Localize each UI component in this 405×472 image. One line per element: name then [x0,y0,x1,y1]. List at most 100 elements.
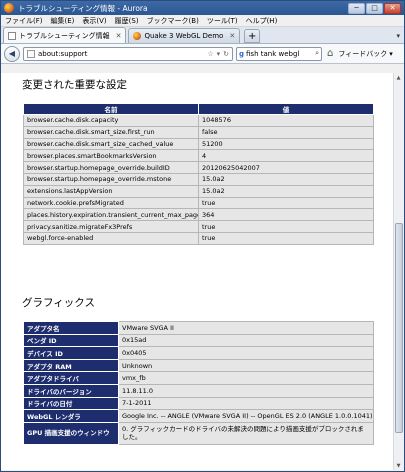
graphics-value: 0x15ad [118,333,374,348]
table-row: デバイス ID 0x0405 [23,346,374,360]
scroll-up-icon[interactable]: ▲ [394,73,403,82]
menu-history[interactable]: 履歴(S) [115,16,139,26]
search-icon[interactable]: ⌕ [315,49,319,58]
window-controls: ─ □ ✕ [348,2,404,14]
column-header-value[interactable]: 値 [198,103,374,115]
search-text: fish tank webgl [246,49,300,58]
menu-bookmarks[interactable]: ブックマーク(B) [147,16,199,26]
table-row: browser.cache.disk.capacity 1048576 [23,114,374,127]
scroll-down-icon[interactable]: ▼ [394,461,403,470]
graphics-key: デバイス ID [23,346,119,360]
pref-value: true [198,231,374,245]
graphics-value: VMware SVGA II [118,321,374,335]
tab-list-chevron-icon[interactable]: ▾ [396,32,400,40]
close-tab-icon[interactable]: ✕ [116,32,122,40]
pref-name: browser.cache.disk.smart_size_cached_val… [23,137,199,151]
menu-view[interactable]: 表示(V) [82,16,106,26]
aurora-favicon-icon [133,32,142,40]
reload-icon[interactable]: ↻ [223,50,229,58]
menu-edit[interactable]: 編集(E) [51,16,75,26]
pref-value: 4 [198,149,374,163]
table-row: アダプタドライバ vmx_fb [23,371,374,385]
pref-value: 20120625042007 [198,161,374,174]
close-window-button[interactable]: ✕ [384,2,401,14]
tab-bar: トラブルシューティング情報 ✕ Quake 3 WebGL Demo ✕ + ▾ [1,27,404,44]
table-row: ドライバの日付 7-1-2011 [23,396,374,411]
menu-help[interactable]: ヘルプ(H) [246,16,278,26]
tab-label: Quake 3 WebGL Demo [144,32,224,40]
table-row: network.cookie.prefsMigrated true [23,196,374,210]
pref-value: false [198,125,374,139]
menu-tools[interactable]: ツール(T) [207,16,238,26]
pref-value: true [198,196,374,210]
pref-name: browser.cache.disk.smart_size.first_run [23,125,199,139]
table-row: extensions.lastAppVersion 15.0a2 [23,184,374,198]
page-icon [27,49,35,58]
aurora-logo-icon [4,3,14,13]
pref-value: true [198,220,374,233]
table-row: GPU 描画支援のウィンドウ 0. グラフィックカードのドライバの未解決の問題によ… [23,421,374,445]
minimize-button[interactable]: ─ [348,2,365,14]
tab-quake3[interactable]: Quake 3 WebGL Demo ✕ [128,28,241,43]
graphics-key: アダプタ名 [23,321,119,335]
dropdown-chevron-icon: ▾ [389,49,393,58]
back-button[interactable]: ◀ [4,45,20,62]
graphics-value: 0. グラフィックカードのドライバの未解決の問題により描画支援がブロックされまし… [118,421,374,445]
page-content: 変更された重要な設定 名前 値 browser.cache.disk.capac… [1,73,393,470]
close-tab-icon[interactable]: ✕ [229,32,235,40]
maximize-button[interactable]: □ [366,2,383,14]
pref-name: webgl.force-enabled [23,231,199,245]
pref-name: browser.startup.homepage_override.mstone [23,172,199,186]
graphics-value: 0x0405 [118,346,374,360]
graphics-table: アダプタ名 VMware SVGA II ベンダ ID 0x15ad デバイス ID… [23,321,374,445]
tab-label: トラブルシューティング情報 [19,31,110,40]
pref-value: 15.0a2 [198,172,374,186]
graphics-key: アダプタドライバ [23,371,119,385]
graphics-key: ドライバの日付 [23,396,119,411]
pref-value: 1048576 [198,114,374,127]
table-row: アダプタ RAM Unknown [23,358,374,373]
feedback-label: フィードバック [338,49,388,58]
pref-name: places.history.expiration.transient_curr… [23,208,199,222]
home-icon[interactable]: ⌂ [327,48,333,59]
search-bar[interactable]: g fish tank webgl ⌕ [236,46,322,61]
google-search-engine-icon[interactable]: g [239,50,244,58]
scrollbar-thumb[interactable] [395,223,403,433]
graphics-value: Unknown [118,358,374,373]
feedback-button[interactable]: フィードバック ▾ [338,49,392,59]
table-row: browser.places.smartBookmarksVersion 4 [23,149,374,163]
page-icon [8,31,16,40]
graphics-key: GPU 描画支援のウィンドウ [23,421,119,445]
pref-value: 51200 [198,137,374,151]
table-row: ドライバのバージョン 11.8.11.0 [23,383,374,398]
bookmark-star-icon[interactable]: ☆ [207,50,213,58]
settings-heading: 変更された重要な設定 [22,79,127,91]
table-row: browser.cache.disk.smart_size_cached_val… [23,137,374,151]
table-row: アダプタ名 VMware SVGA II [23,321,374,335]
graphics-value: 7-1-2011 [118,396,374,411]
table-row: privacy.sanitize.migrateFx3Prefs true [23,220,374,233]
column-header-name[interactable]: 名前 [23,103,199,115]
pref-name: extensions.lastAppVersion [23,184,199,198]
table-row: WebGL レンダラ Google Inc. -- ANGLE (VMware S… [23,409,374,423]
graphics-value: Google Inc. -- ANGLE (VMware SVGA II) --… [118,409,374,423]
window-title: トラブルシューティング情報 - Aurora [18,3,148,13]
tab-troubleshooting[interactable]: トラブルシューティング情報 ✕ [3,27,127,43]
graphics-key: ベンダ ID [23,333,119,348]
new-tab-button[interactable]: + [244,29,261,43]
graphics-value: 11.8.11.0 [118,383,374,398]
dropdown-chevron-icon[interactable]: ▾ [217,50,221,58]
vertical-scrollbar[interactable]: ▲ ▼ [393,73,403,470]
navigation-toolbar: ◀ about:support ☆ ▾ ↻ g fish tank webgl … [1,44,404,64]
pref-name: network.cookie.prefsMigrated [23,196,199,210]
table-row: browser.startup.homepage_override.buildI… [23,161,374,174]
url-bar[interactable]: about:support ☆ ▾ ↻ [23,46,233,61]
menu-file[interactable]: ファイル(F) [5,16,43,26]
table-row: webgl.force-enabled true [23,231,374,245]
title-bar: トラブルシューティング情報 - Aurora ─ □ ✕ [1,1,404,15]
menu-bar: ファイル(F) 編集(E) 表示(V) 履歴(S) ブックマーク(B) ツール(… [1,15,404,27]
graphics-key: WebGL レンダラ [23,409,119,423]
graphics-key: ドライバのバージョン [23,383,119,398]
pref-name: browser.places.smartBookmarksVersion [23,149,199,163]
pref-name: privacy.sanitize.migrateFx3Prefs [23,220,199,233]
